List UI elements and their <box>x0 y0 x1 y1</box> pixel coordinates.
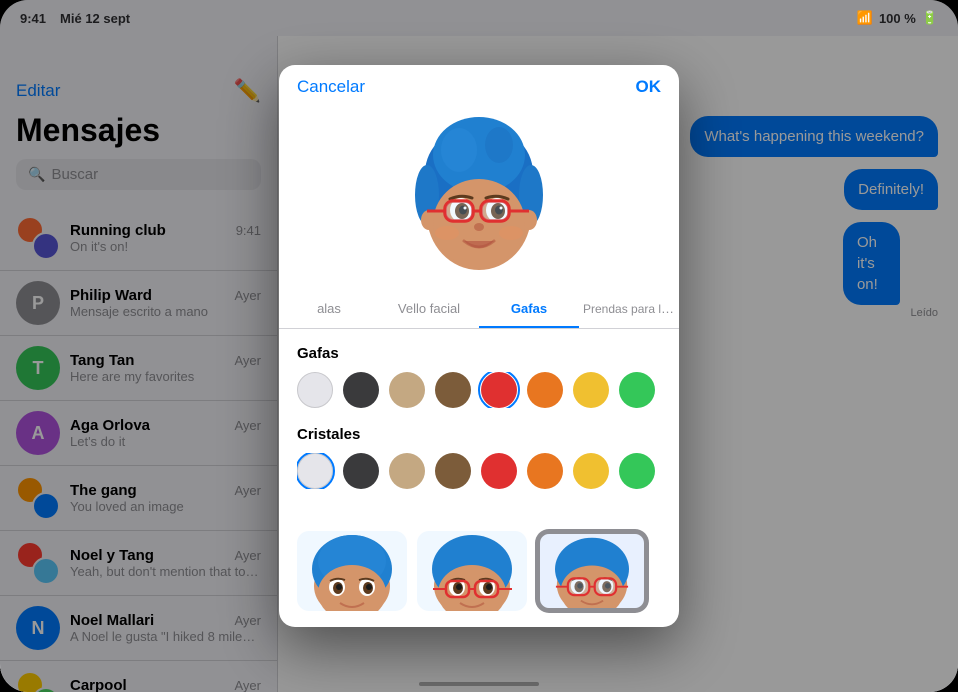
modal-header: Cancelar OK <box>279 65 679 105</box>
color-swatch-glasses-4[interactable] <box>435 372 471 408</box>
tab-gafas[interactable]: Gafas <box>479 291 579 328</box>
glasses-color-row <box>297 372 661 408</box>
color-swatch-glasses-2[interactable] <box>343 372 379 408</box>
status-bar: 9:41 Mié 12 sept 📶 100 % 🔋 <box>0 0 958 36</box>
status-left: 9:41 Mié 12 sept <box>20 11 130 26</box>
color-swatch-glasses-8[interactable] <box>619 372 655 408</box>
battery-text: 100 % <box>879 11 916 26</box>
modal-body: Gafas Cristales <box>279 329 679 523</box>
tab-vello-facial[interactable]: Vello facial <box>379 291 479 328</box>
color-swatch-glasses-6[interactable] <box>527 372 563 408</box>
crystals-color-row <box>297 453 661 489</box>
color-swatch-glasses-3[interactable] <box>389 372 425 408</box>
crystals-section-title: Cristales <box>297 426 661 443</box>
glasses-thumbnail-3[interactable] <box>537 531 647 611</box>
glasses-section-title: Gafas <box>297 345 661 362</box>
glasses-thumbnail-2[interactable] <box>417 531 527 611</box>
battery-icon: 🔋 <box>922 10 938 26</box>
ok-button[interactable]: OK <box>636 77 662 97</box>
tab-alas[interactable]: alas <box>279 291 379 328</box>
color-swatch-crystals-6[interactable] <box>527 453 563 489</box>
cancel-button[interactable]: Cancelar <box>297 77 365 97</box>
color-swatch-crystals-5[interactable] <box>481 453 517 489</box>
memoji-preview <box>279 105 679 291</box>
status-time: 9:41 <box>20 11 46 26</box>
color-swatch-glasses-1[interactable] <box>297 372 333 408</box>
color-swatch-glasses-5[interactable] <box>481 372 517 408</box>
memoji-editor-modal: Cancelar OK <box>279 65 679 627</box>
color-swatch-crystals-2[interactable] <box>343 453 379 489</box>
tab-prendas-cabeza[interactable]: Prendas para la cabeza <box>579 291 679 328</box>
thumbnail-row <box>279 523 679 627</box>
color-swatch-crystals-3[interactable] <box>389 453 425 489</box>
modal-overlay: Cancelar OK <box>0 0 958 692</box>
memoji-face-svg <box>399 115 559 275</box>
status-right: 📶 100 % 🔋 <box>857 10 938 26</box>
color-swatch-crystals-8[interactable] <box>619 453 655 489</box>
color-swatch-crystals-1[interactable] <box>297 453 333 489</box>
color-swatch-glasses-7[interactable] <box>573 372 609 408</box>
modal-tabs: alas Vello facial Gafas Prendas para la … <box>279 291 679 329</box>
status-date: Mié 12 sept <box>60 11 130 26</box>
color-swatch-crystals-4[interactable] <box>435 453 471 489</box>
color-swatch-crystals-7[interactable] <box>573 453 609 489</box>
wifi-icon: 📶 <box>857 10 873 26</box>
glasses-thumbnail-1[interactable] <box>297 531 407 611</box>
ipad-frame: 9:41 Mié 12 sept 📶 100 % 🔋 Editar ✏️ Men… <box>0 0 958 692</box>
